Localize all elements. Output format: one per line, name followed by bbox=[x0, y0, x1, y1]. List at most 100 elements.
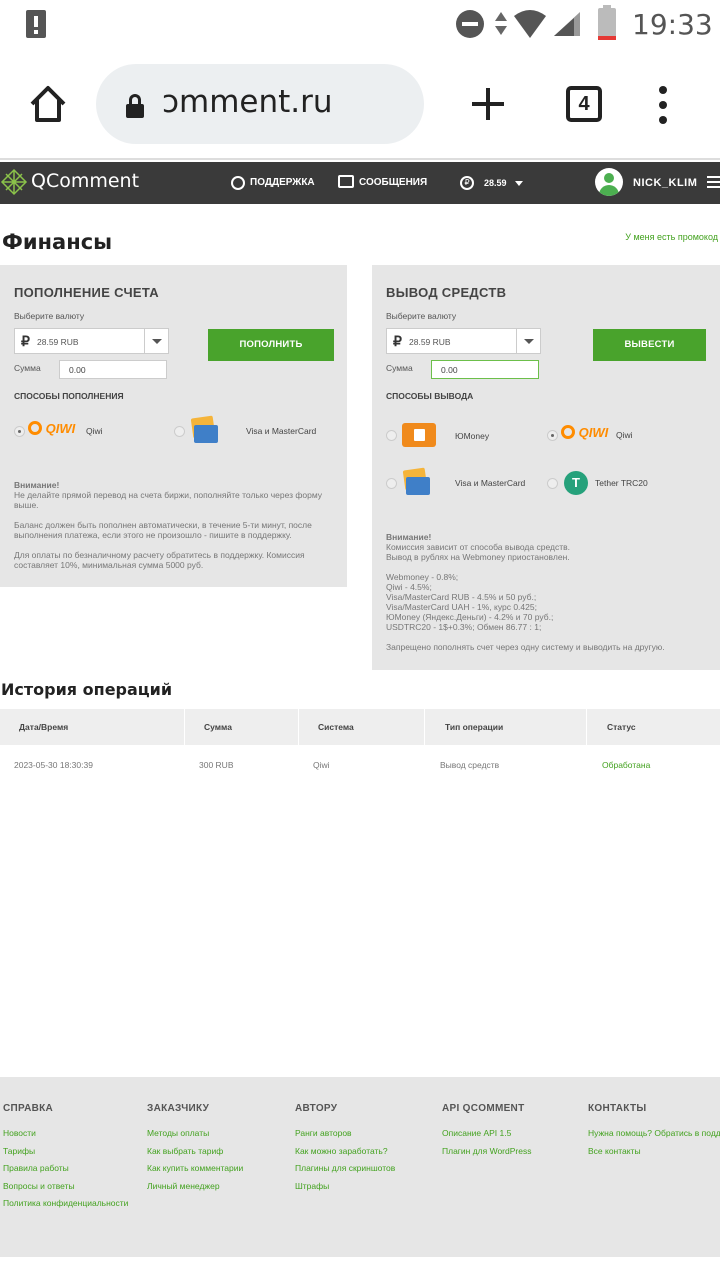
wifi-icon bbox=[514, 10, 546, 38]
tab-count: 4 bbox=[578, 93, 590, 115]
chevron-down-icon[interactable] bbox=[144, 329, 168, 353]
deposit-button[interactable]: ПОПОЛНИТЬ bbox=[208, 329, 334, 361]
withdraw-method-qiwi-radio[interactable] bbox=[547, 430, 558, 441]
footer-col-customer: ЗАКАЗЧИКУ Методы оплаты Как выбрать тари… bbox=[147, 1103, 243, 1198]
deposit-method-qiwi-label[interactable]: Qiwi bbox=[86, 426, 103, 436]
footer-link[interactable]: Описание API 1.5 bbox=[442, 1128, 531, 1138]
home-icon[interactable] bbox=[28, 84, 68, 124]
column-header[interactable]: Дата/Время bbox=[0, 709, 185, 745]
withdraw-method-tether-radio[interactable] bbox=[547, 478, 558, 489]
footer-link[interactable]: Штрафы bbox=[295, 1181, 395, 1191]
deposit-currency-select[interactable]: ₽ 28.59 RUB bbox=[14, 328, 169, 354]
fee-line: Visa/MasterCard UAH - 1%, курс 0.425; bbox=[386, 602, 537, 612]
qiwi-logo-icon: QIWI bbox=[28, 421, 75, 436]
site-header: QComment ПОДДЕРЖКА СООБЩЕНИЯ ₽ 28.59 NIC… bbox=[0, 162, 720, 204]
chevron-down-icon[interactable] bbox=[515, 181, 523, 186]
footer-heading: ЗАКАЗЧИКУ bbox=[147, 1103, 210, 1114]
footer-heading: КОНТАКТЫ bbox=[588, 1103, 647, 1114]
withdraw-sum-input[interactable]: 0.00 bbox=[431, 360, 539, 379]
footer-link[interactable]: Нужна помощь? Обратись в поддержку bbox=[588, 1128, 720, 1138]
hamburger-menu-icon[interactable] bbox=[707, 176, 720, 188]
deposit-currency-value: 28.59 RUB bbox=[37, 337, 79, 347]
deposit-notice-line: выше. bbox=[14, 500, 39, 510]
footer-link[interactable]: Методы оплаты bbox=[147, 1128, 243, 1138]
status-bar: 19:33 bbox=[0, 0, 720, 50]
footer-link[interactable]: Как выбрать тариф bbox=[147, 1146, 243, 1156]
footer-col-contacts: КОНТАКТЫ Нужна помощь? Обратись в поддер… bbox=[588, 1103, 720, 1163]
nav-messages[interactable]: СООБЩЕНИЯ bbox=[359, 162, 427, 204]
withdraw-notice-line: Вывод в рублях на Webmoney приостановлен… bbox=[386, 552, 570, 562]
balance-value[interactable]: 28.59 bbox=[484, 162, 507, 204]
withdraw-panel: ВЫВОД СРЕДСТВ Выберите валюту ₽ 28.59 RU… bbox=[372, 265, 720, 670]
tab-switcher-button[interactable]: 4 bbox=[566, 86, 602, 122]
footer-link[interactable]: Вопросы и ответы bbox=[3, 1181, 128, 1191]
history-title: История операций bbox=[1, 680, 173, 699]
deposit-sum-input[interactable]: 0.00 bbox=[59, 360, 167, 379]
footer-link[interactable]: Правила работы bbox=[3, 1163, 128, 1173]
data-arrows-icon bbox=[494, 10, 508, 38]
column-header[interactable]: Статус bbox=[587, 709, 720, 745]
lock-shackle bbox=[129, 94, 141, 108]
deposit-sum-label: Сумма bbox=[14, 363, 41, 373]
footer-link[interactable]: Плагин для WordPress bbox=[442, 1146, 531, 1156]
withdraw-notice: Внимание! Комиссия зависит от способа вы… bbox=[386, 532, 714, 652]
url-text: ɔmment.ru bbox=[162, 84, 333, 120]
withdraw-method-card-label[interactable]: Visa и MasterCard bbox=[455, 478, 525, 488]
qcomment-logo-icon[interactable] bbox=[0, 168, 28, 196]
footer-col-help: СПРАВКА Новости Тарифы Правила работы Во… bbox=[3, 1103, 128, 1216]
withdraw-currency-select[interactable]: ₽ 28.59 RUB bbox=[386, 328, 541, 354]
footer-link[interactable]: Как купить комментарии bbox=[147, 1163, 243, 1173]
footer-link[interactable]: Тарифы bbox=[3, 1146, 128, 1156]
withdraw-title: ВЫВОД СРЕДСТВ bbox=[386, 285, 507, 300]
footer-heading: СПРАВКА bbox=[3, 1103, 54, 1114]
wallet-card-icon bbox=[402, 467, 432, 497]
withdraw-method-tether-label[interactable]: Tether TRC20 bbox=[595, 478, 648, 488]
withdraw-sum-label: Сумма bbox=[386, 363, 413, 373]
chevron-down-icon[interactable] bbox=[516, 329, 540, 353]
footer-col-author: АВТОРУ Ранги авторов Как можно заработат… bbox=[295, 1103, 395, 1198]
withdraw-method-qiwi-label[interactable]: Qiwi bbox=[616, 430, 633, 440]
promo-code-link[interactable]: У меня есть промокод bbox=[625, 232, 718, 242]
withdraw-method-yoomoney-radio[interactable] bbox=[386, 430, 397, 441]
withdraw-button[interactable]: ВЫВЕСТИ bbox=[593, 329, 706, 361]
withdraw-currency-label: Выберите валюту bbox=[386, 311, 457, 321]
withdraw-method-card-radio[interactable] bbox=[386, 478, 397, 489]
deposit-method-qiwi-radio[interactable] bbox=[14, 426, 25, 437]
column-header[interactable]: Сумма bbox=[185, 709, 299, 745]
footer-link[interactable]: Политика конфиденциальности bbox=[3, 1198, 128, 1208]
fee-line: ЮMoney (Яндекс.Деньги) - 4.2% и 70 руб.; bbox=[386, 612, 554, 622]
column-header[interactable]: Тип операции bbox=[425, 709, 587, 745]
column-header[interactable]: Система bbox=[299, 709, 425, 745]
deposit-notice-line: составляет 10%, минимальная сумма 5000 р… bbox=[14, 560, 204, 570]
withdraw-method-yoomoney-label[interactable]: ЮMoney bbox=[455, 431, 489, 441]
row-amount: 300 RUB bbox=[199, 760, 234, 770]
ruble-sign-icon: ₽ bbox=[21, 333, 30, 349]
deposit-notice-line: выполнения платежа, если этого не произо… bbox=[14, 530, 292, 540]
nav-support[interactable]: ПОДДЕРЖКА bbox=[250, 162, 315, 204]
logo-text[interactable]: QComment bbox=[31, 170, 139, 192]
deposit-currency-label: Выберите валюту bbox=[14, 311, 85, 321]
footer-heading: API QCOMMENT bbox=[442, 1103, 525, 1114]
fee-line: Webmoney - 0.8%; bbox=[386, 572, 459, 582]
footer-link[interactable]: Личный менеджер bbox=[147, 1181, 243, 1191]
footer: СПРАВКА Новости Тарифы Правила работы Во… bbox=[0, 1077, 720, 1257]
row-type: Вывод средств bbox=[440, 760, 500, 770]
username[interactable]: NICK_KLIM bbox=[633, 162, 697, 204]
avatar[interactable] bbox=[595, 168, 623, 196]
deposit-method-card-label[interactable]: Visa и MasterCard bbox=[246, 426, 316, 436]
withdraw-methods-title: СПОСОБЫ ВЫВОДА bbox=[386, 391, 474, 401]
history-table-header: Дата/Время Сумма Система Тип операции Ст… bbox=[0, 709, 720, 745]
alert-notification-icon bbox=[26, 10, 46, 38]
deposit-methods-title: СПОСОБЫ ПОПОЛНЕНИЯ bbox=[14, 391, 124, 401]
footer-link[interactable]: Все контакты bbox=[588, 1146, 720, 1156]
footer-link[interactable]: Ранги авторов bbox=[295, 1128, 395, 1138]
deposit-method-card-radio[interactable] bbox=[174, 426, 185, 437]
footer-link[interactable]: Плагины для скриншотов bbox=[295, 1163, 395, 1173]
dnd-icon bbox=[456, 10, 484, 38]
new-tab-icon[interactable] bbox=[470, 86, 506, 122]
footer-link[interactable]: Новости bbox=[3, 1128, 128, 1138]
withdraw-warning: Запрещено пополнять счет через одну сист… bbox=[386, 642, 665, 652]
menu-dots-icon[interactable] bbox=[658, 86, 668, 124]
footer-link[interactable]: Как можно заработать? bbox=[295, 1146, 395, 1156]
address-bar[interactable]: ɔmment.ru bbox=[96, 64, 424, 144]
